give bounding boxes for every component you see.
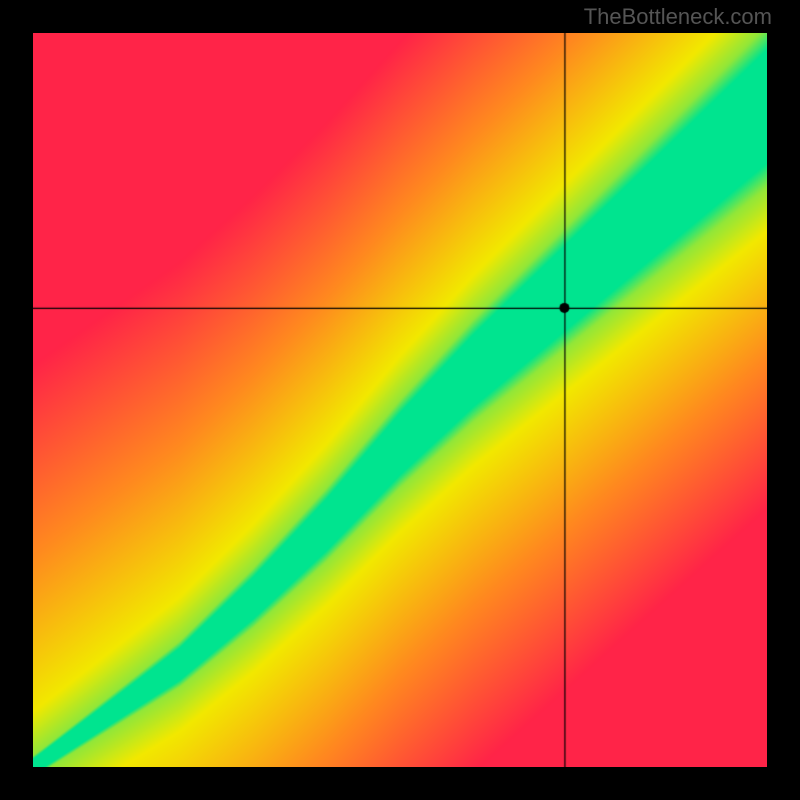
bottleneck-heatmap [33,33,767,767]
chart-container: TheBottleneck.com [0,0,800,800]
watermark-text: TheBottleneck.com [584,4,772,30]
